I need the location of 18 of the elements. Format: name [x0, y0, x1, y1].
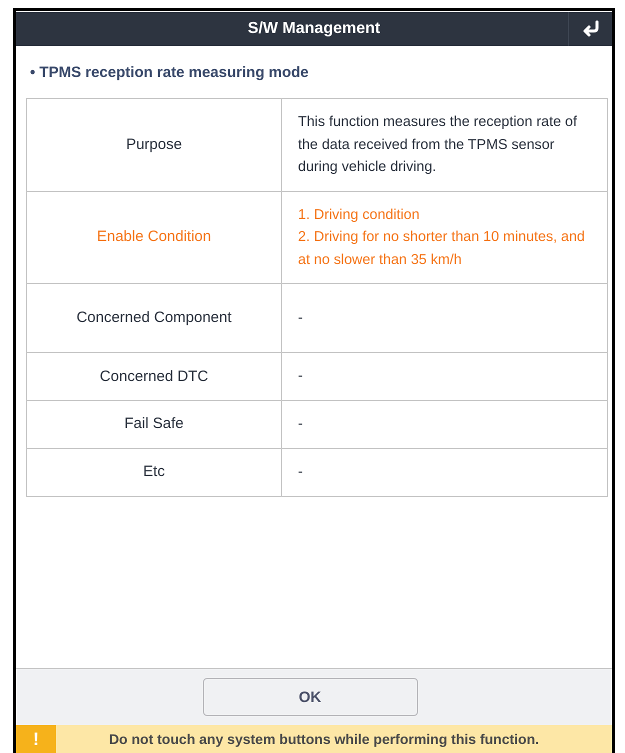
row-label: Fail Safe: [26, 400, 282, 448]
row-label: Enable Condition: [26, 191, 282, 284]
row-value: This function measures the reception rate of the data received from the TPMS sensor during vehicle driving.: [282, 98, 608, 191]
ok-button[interactable]: OK: [202, 678, 418, 716]
row-label: Concerned DTC: [26, 352, 282, 400]
section-title: • TPMS reception rate measuring mode: [30, 64, 310, 81]
row-label: Purpose: [26, 98, 282, 191]
row-value: -: [282, 352, 608, 400]
row-value: -: [282, 448, 608, 496]
row-value: -: [282, 400, 608, 448]
row-value: -: [282, 284, 608, 352]
row-label: Etc: [26, 448, 282, 496]
row-label: Concerned Component: [26, 284, 282, 352]
window-title: S/W Management: [246, 20, 382, 38]
return-arrow-icon: [580, 20, 600, 38]
warning-icon: !: [16, 725, 56, 753]
row-value: 1. Driving condition 2. Driving for no shorter than 10 minutes, and at no slower than 35 km/h: [282, 191, 608, 284]
warning-text: Do not touch any system buttons while performing this function.: [108, 731, 540, 747]
